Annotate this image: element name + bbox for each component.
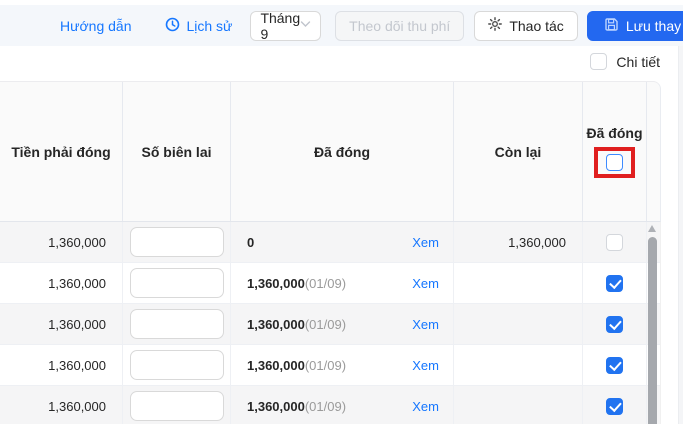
history-clock-icon xyxy=(165,17,180,35)
save-changes-button-label: Lưu thay đổi xyxy=(626,18,683,34)
paid-cell: 1,360,000 (01/09) Xem xyxy=(230,386,453,424)
paid-amount: 1,360,000 xyxy=(247,317,305,332)
column-header-paid: Đã đóng xyxy=(230,82,453,221)
table-row: 1,360,000 1,360,000 (01/09) Xem xyxy=(0,263,660,304)
paid-date: (01/09) xyxy=(305,276,346,291)
track-fee-button-label: Theo dõi thu phí xyxy=(349,18,450,34)
remaining-cell: 1,360,000 xyxy=(453,222,582,262)
history-link[interactable]: Lịch sử xyxy=(165,17,232,35)
remaining-cell xyxy=(453,263,582,303)
column-header-paid-check-label: Đã đóng xyxy=(587,125,643,141)
row-paid-checkbox[interactable] xyxy=(606,234,623,251)
receipt-no-cell xyxy=(122,345,230,385)
table-row: 1,360,000 1,360,000 (01/09) Xem xyxy=(0,345,660,386)
paid-cell: 1,360,000 (01/09) Xem xyxy=(230,304,453,344)
guide-link[interactable]: Hướng dẫn xyxy=(60,18,131,34)
month-select-value: Tháng 9 xyxy=(260,10,300,42)
view-link[interactable]: Xem xyxy=(412,399,439,414)
red-annotation-highlight xyxy=(594,147,635,178)
select-all-paid-checkbox[interactable] xyxy=(606,154,623,171)
paid-date: (01/09) xyxy=(305,399,346,414)
table-header-row: Tiền phải đóng Số biên lai Đã đóng Còn l… xyxy=(0,81,661,222)
receipt-no-cell xyxy=(122,263,230,303)
history-link-label: Lịch sử xyxy=(186,18,232,34)
save-changes-button[interactable]: Lưu thay đổi xyxy=(587,11,683,41)
view-link[interactable]: Xem xyxy=(412,358,439,373)
receipt-no-input[interactable] xyxy=(130,268,224,298)
paid-check-cell xyxy=(582,222,646,262)
receipt-no-input[interactable] xyxy=(130,309,224,339)
fee-collection-page: Hướng dẫn Lịch sử Tháng 9 Theo dõi thu p… xyxy=(0,0,683,424)
row-paid-checkbox[interactable] xyxy=(606,275,623,292)
column-header-amount-due: Tiền phải đóng xyxy=(0,82,122,221)
chevron-down-icon xyxy=(300,20,311,31)
scrollbar-up-arrow-icon[interactable] xyxy=(648,225,656,232)
month-select[interactable]: Tháng 9 xyxy=(250,11,321,41)
paid-check-cell xyxy=(582,386,646,424)
column-header-remaining: Còn lại xyxy=(453,82,582,221)
toolbar: Hướng dẫn Lịch sử Tháng 9 Theo dõi thu p… xyxy=(0,5,683,46)
fee-table: Tiền phải đóng Số biên lai Đã đóng Còn l… xyxy=(0,81,661,424)
paid-amount: 1,360,000 xyxy=(247,358,305,373)
receipt-no-input[interactable] xyxy=(130,391,224,421)
receipt-no-input[interactable] xyxy=(130,350,224,380)
row-paid-checkbox[interactable] xyxy=(606,316,623,333)
paid-amount: 0 xyxy=(247,235,254,250)
amount-due-cell: 1,360,000 xyxy=(0,345,122,385)
paid-date: (01/09) xyxy=(305,317,346,332)
paid-check-cell xyxy=(582,304,646,344)
remaining-cell xyxy=(453,304,582,344)
amount-due-cell: 1,360,000 xyxy=(0,263,122,303)
column-header-spacer xyxy=(646,82,661,221)
remaining-cell xyxy=(453,345,582,385)
row-paid-checkbox[interactable] xyxy=(606,357,623,374)
table-row: 1,360,000 1,360,000 (01/09) Xem xyxy=(0,304,660,345)
table-row: 1,360,000 0 Xem 1,360,000 xyxy=(0,222,660,263)
paid-check-cell xyxy=(582,345,646,385)
detail-toggle-row: Chi tiết xyxy=(590,53,660,70)
row-paid-checkbox[interactable] xyxy=(606,398,623,415)
view-link[interactable]: Xem xyxy=(412,317,439,332)
paid-amount: 1,360,000 xyxy=(247,399,305,414)
receipt-no-cell xyxy=(122,386,230,424)
actions-button-label: Thao tác xyxy=(509,18,563,34)
gear-icon xyxy=(488,17,502,34)
table-body: 1,360,000 0 Xem 1,360,000 1,360,000 1,36… xyxy=(0,222,661,424)
actions-button[interactable]: Thao tác xyxy=(474,11,577,41)
amount-due-cell: 1,360,000 xyxy=(0,222,122,262)
paid-check-cell xyxy=(582,263,646,303)
save-icon xyxy=(604,17,619,35)
receipt-no-cell xyxy=(122,304,230,344)
paid-cell: 1,360,000 (01/09) Xem xyxy=(230,263,453,303)
detail-checkbox-label: Chi tiết xyxy=(616,54,660,70)
vertical-scrollbar[interactable] xyxy=(647,222,658,424)
paid-cell: 1,360,000 (01/09) Xem xyxy=(230,345,453,385)
table-row: 1,360,000 1,360,000 (01/09) Xem xyxy=(0,386,660,424)
paid-amount: 1,360,000 xyxy=(247,276,305,291)
column-header-paid-check: Đã đóng xyxy=(582,82,646,221)
receipt-no-input[interactable] xyxy=(130,227,224,257)
amount-due-cell: 1,360,000 xyxy=(0,304,122,344)
track-fee-button[interactable]: Theo dõi thu phí xyxy=(335,11,464,41)
amount-due-cell: 1,360,000 xyxy=(0,386,122,424)
paid-date: (01/09) xyxy=(305,358,346,373)
paid-cell: 0 Xem xyxy=(230,222,453,262)
remaining-cell xyxy=(453,386,582,424)
page-scrollbar-track xyxy=(678,46,683,424)
column-header-receipt-no: Số biên lai xyxy=(122,82,230,221)
guide-link-label: Hướng dẫn xyxy=(60,18,131,34)
receipt-no-cell xyxy=(122,222,230,262)
detail-checkbox[interactable] xyxy=(590,53,607,70)
view-link[interactable]: Xem xyxy=(412,235,439,250)
view-link[interactable]: Xem xyxy=(412,276,439,291)
scrollbar-thumb[interactable] xyxy=(648,237,657,424)
